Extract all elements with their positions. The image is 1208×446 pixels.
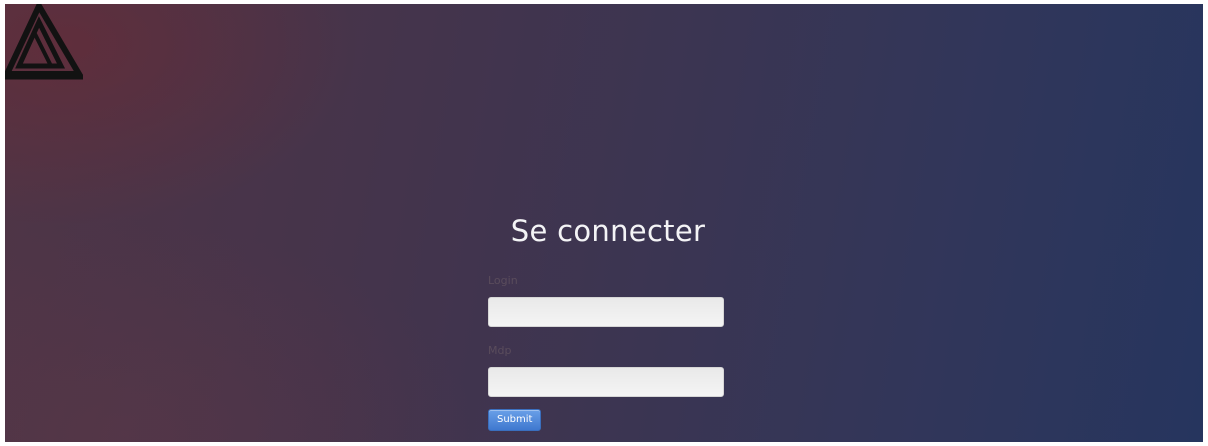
triangle-logo-icon xyxy=(5,4,83,80)
login-input[interactable] xyxy=(488,296,724,327)
password-label: Mdp xyxy=(488,343,512,357)
page-title: Se connecter xyxy=(510,214,706,249)
login-page: Se connecter Login Mdp Submit xyxy=(5,4,1203,442)
login-form: Se connecter Login Mdp Submit xyxy=(488,190,728,431)
password-input[interactable] xyxy=(488,366,724,397)
submit-button[interactable]: Submit xyxy=(488,408,542,431)
login-label: Login xyxy=(488,273,518,287)
